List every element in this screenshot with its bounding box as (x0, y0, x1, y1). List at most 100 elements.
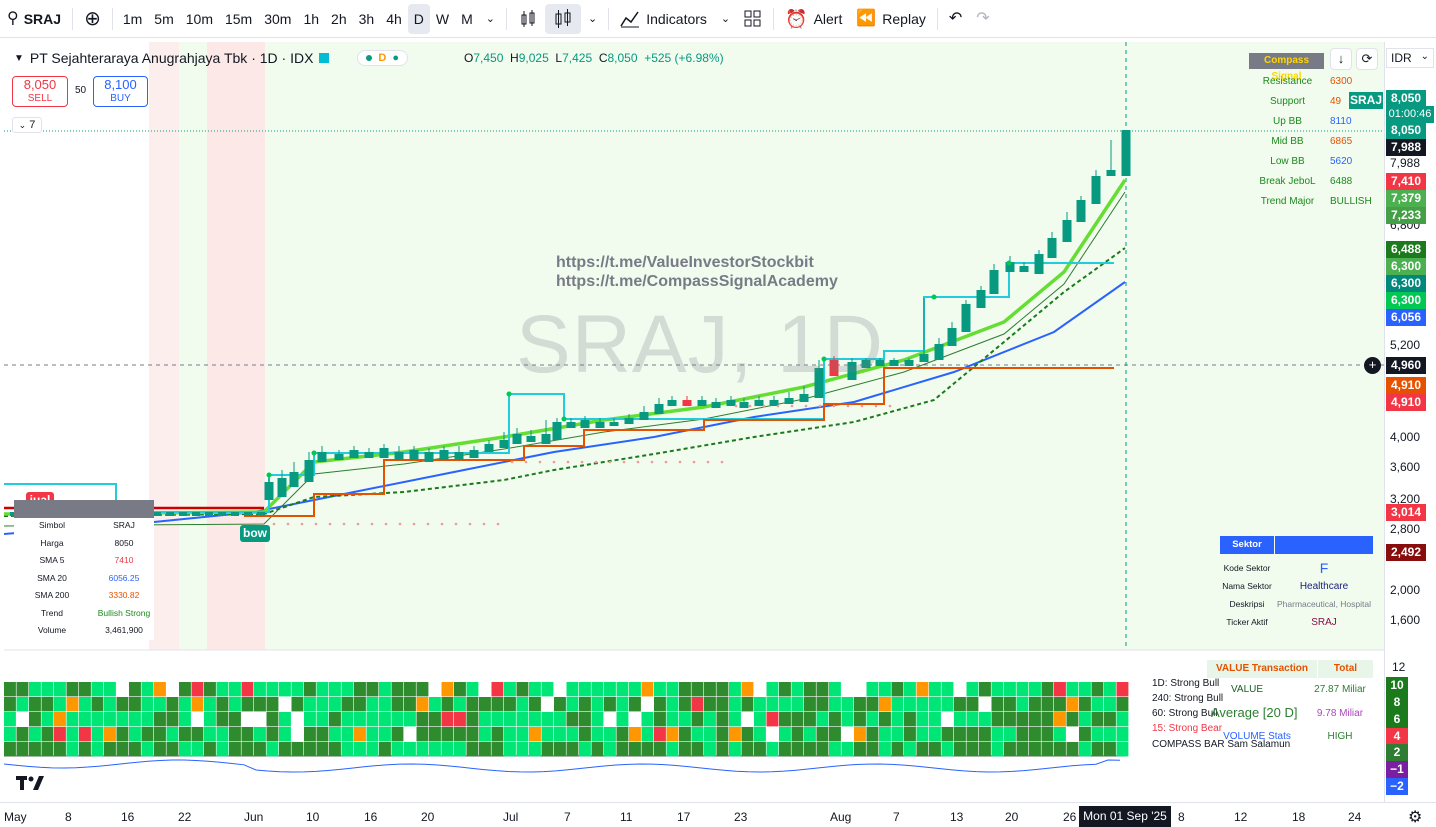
interval-4h[interactable]: 4h (380, 4, 408, 34)
interval-15m[interactable]: 15m (219, 4, 258, 34)
heatmap-cell (429, 712, 441, 727)
indicator-collapse-button[interactable]: ⌄ 7 (12, 117, 42, 133)
signal-dot (356, 522, 360, 526)
heatmap-cell (804, 742, 816, 757)
value-total: 27.87 Miliar (1314, 684, 1366, 695)
heatmap-cell (879, 742, 891, 757)
chart-type-bars-button[interactable] (511, 4, 545, 34)
interval-d[interactable]: D (407, 3, 430, 34)
heatmap-cell (1004, 697, 1016, 712)
price-tick: 2,800 (1390, 522, 1421, 536)
heatmap-cell (904, 712, 916, 727)
interval-10m[interactable]: 10m (180, 4, 219, 34)
indicators-button[interactable]: Indicators (613, 4, 714, 34)
add-level-button[interactable]: + (1364, 357, 1381, 374)
flag-icon[interactable] (319, 53, 330, 63)
tradingview-logo[interactable] (16, 772, 46, 798)
time-label: 24 (1348, 810, 1362, 824)
collapse-legend-icon[interactable]: ▼ (14, 53, 24, 64)
settings-button[interactable]: ⚙ (1408, 807, 1422, 827)
heatmap-cell (729, 727, 741, 742)
heatmap-cell (291, 727, 304, 742)
price-tick: 5,200 (1390, 338, 1421, 352)
heatmap-cell (91, 742, 104, 757)
candle-body (667, 400, 677, 406)
heatmap-cell (354, 727, 366, 742)
time-label: 8 (65, 810, 72, 824)
heatmap-cell (754, 727, 766, 742)
volume-stats-label: VOLUME Stats (1223, 731, 1291, 742)
heatmap-cell (604, 727, 616, 742)
heatmap-cell (666, 682, 679, 697)
lower-scale-tick: 4 (1386, 728, 1408, 745)
heatmap-cell (529, 727, 541, 742)
price-scale-badge: 6,056 (1386, 309, 1426, 326)
heatmap-cell (1091, 727, 1104, 742)
interval-w[interactable]: W (430, 4, 455, 34)
heatmap-cell (266, 697, 279, 712)
replay-button[interactable]: ⏪ Replay (849, 4, 933, 34)
interval-2h[interactable]: 2h (325, 4, 353, 34)
heatmap-cell (991, 697, 1004, 712)
interval-3h[interactable]: 3h (353, 4, 381, 34)
heatmap-cell (866, 712, 879, 727)
heatmap-cell (879, 682, 891, 697)
symbol-search-button[interactable]: ⚲ SRAJ (0, 4, 68, 34)
heatmap-cell (316, 697, 329, 712)
heatmap-cell (966, 682, 979, 697)
change-value: +525 (+6.98%) (644, 51, 724, 65)
heatmap-cell (916, 682, 929, 697)
interval-dropdown-button[interactable]: ⌄ (479, 4, 502, 34)
heatmap-cell (66, 697, 79, 712)
indicator-count: 7 (29, 119, 36, 131)
chart-type-candles-button[interactable] (545, 3, 581, 34)
heatmap-cell (579, 742, 591, 757)
undo-button[interactable]: ↶ (942, 4, 969, 34)
heatmap-cell (229, 712, 241, 727)
heatmap-cell (129, 712, 141, 727)
signal-dot (580, 460, 584, 464)
alert-button[interactable]: ⏰ Alert (778, 4, 849, 34)
heatmap-cell (866, 682, 879, 697)
interval-1m[interactable]: 1m (117, 4, 148, 34)
compare-button[interactable]: ⊕ (77, 4, 108, 34)
time-axis[interactable]: May 8 16 22 Jun 10 16 20 Jul 7 11 17 23 Aug 7 13 20 26 8 12… (0, 802, 1436, 827)
interval-5m[interactable]: 5m (148, 4, 179, 34)
signal-dot (398, 522, 402, 526)
time-label: 10 (306, 810, 320, 824)
download-button[interactable]: ↓ (1330, 48, 1352, 70)
interval-m[interactable]: M (455, 4, 479, 34)
chart-type-dropdown[interactable]: ⌄ (581, 4, 604, 34)
currency-select[interactable]: IDR ⌄ (1386, 48, 1434, 68)
heatmap-cell (41, 727, 54, 742)
info-value: 3330.82 (108, 590, 140, 600)
signal-dot (482, 522, 486, 526)
heatmap-cell (504, 727, 516, 742)
heatmap-cell (329, 727, 341, 742)
lower-scale-tick: 2 (1386, 744, 1408, 761)
info-value: SRAJ (113, 520, 135, 530)
average-label: Average [20 D] (1211, 705, 1298, 720)
heatmap-cell (791, 712, 804, 727)
layout-button[interactable] (737, 4, 769, 34)
heatmap-cell (216, 697, 229, 712)
redo-button[interactable]: ↷ (969, 4, 996, 34)
indicators-dropdown[interactable]: ⌄ (714, 4, 737, 34)
signal-dot (454, 522, 458, 526)
heatmap-cell (204, 712, 216, 727)
heatmap-cell (616, 742, 629, 757)
heatmap-cell (179, 742, 191, 757)
heatmap-cell (291, 712, 304, 727)
sell-button[interactable]: 8,050 SELL (12, 76, 68, 107)
signal-dot (678, 460, 682, 464)
signal-dot (790, 404, 794, 408)
sell-label: SELL (27, 93, 53, 104)
signal-dot (426, 522, 430, 526)
heatmap-cell (566, 682, 579, 697)
interval-1h[interactable]: 1h (297, 4, 325, 34)
buy-button[interactable]: 8,100 BUY (93, 76, 148, 107)
symbol-title[interactable]: PT Sejahteraraya Anugrahjaya Tbk · 1D · … (30, 50, 314, 66)
refresh-button[interactable]: ⟳ (1356, 48, 1378, 70)
candle-body (289, 472, 299, 487)
interval-30m[interactable]: 30m (258, 4, 297, 34)
